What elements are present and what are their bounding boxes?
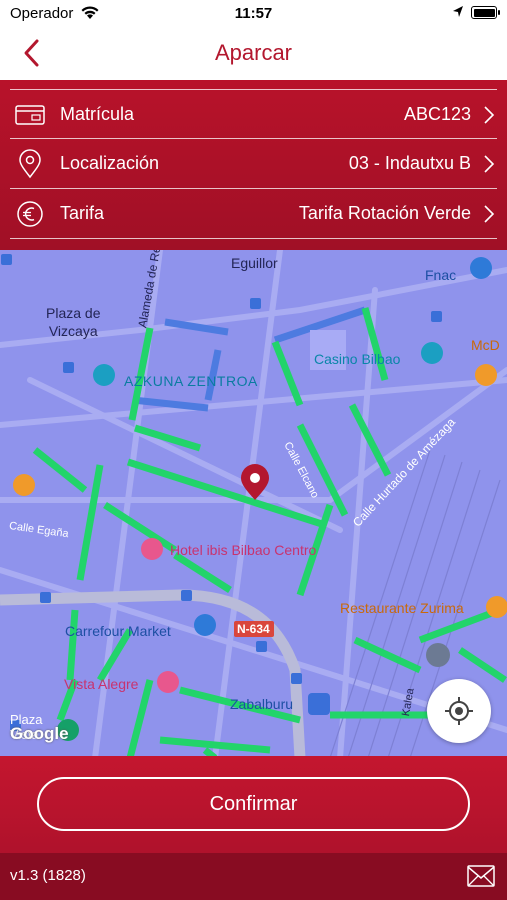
parking-form: Matrícula ABC123 Localización 03 - Indau… [0,80,507,250]
location-arrow-icon [453,6,463,17]
map-label-ibis: Hotel ibis Bilbao Centro [170,542,317,558]
page-title: Aparcar [214,40,293,65]
my-location-button[interactable] [427,679,491,743]
map-label-vista-alegre: Vista Alegre [64,676,139,692]
card-icon [15,105,45,125]
location-label: Localización [60,153,160,173]
map-label-plaza-vizcaya: Plaza de Vizcaya [46,305,101,339]
map-label-eguillor: Eguillor [231,255,278,271]
chevron-right-icon [484,106,495,124]
crosshair-icon [445,697,473,725]
plate-value: ABC123 [403,104,471,124]
rate-value: Tarifa Rotación Verde [298,203,471,223]
mail-icon[interactable] [467,865,495,887]
version-label: v1.3 (1828) [10,867,86,884]
rate-label: Tarifa [60,203,105,223]
chevron-right-icon [484,155,495,173]
map-label-n634: N-634 [237,622,270,636]
nav-bar: Aparcar [0,28,507,80]
rate-row[interactable]: Tarifa Tarifa Rotación Verde [10,189,497,239]
confirm-button[interactable]: Confirmar [37,777,470,831]
google-logo: Google [10,724,69,743]
map-label-carrefour: Carrefour Market [65,623,171,639]
euro-icon [17,201,43,227]
plate-row[interactable]: Matrícula ABC123 [10,89,497,139]
footer-bar: v1.3 (1828) [0,853,507,900]
battery-icon [471,6,500,19]
location-pin-icon [19,149,41,179]
map-label-azkuna: AZKUNA ZENTROA [124,373,258,389]
map-label-zurima: Restaurante Zurima [340,600,464,616]
map-label-casino: Casino Bilbao [314,351,401,367]
plate-label: Matrícula [60,104,135,124]
location-row[interactable]: Localización 03 - Indautxu B [10,139,497,189]
map-label-mcd: McD [471,337,500,353]
map-label-zabalburu: Zabalburu [230,696,294,712]
map-label-fnac: Fnac [425,267,457,283]
chevron-right-icon [484,205,495,223]
status-bar: Operador 11:57 [0,0,507,28]
location-value: 03 - Indautxu B [348,153,471,173]
clock: 11:57 [234,5,273,22]
